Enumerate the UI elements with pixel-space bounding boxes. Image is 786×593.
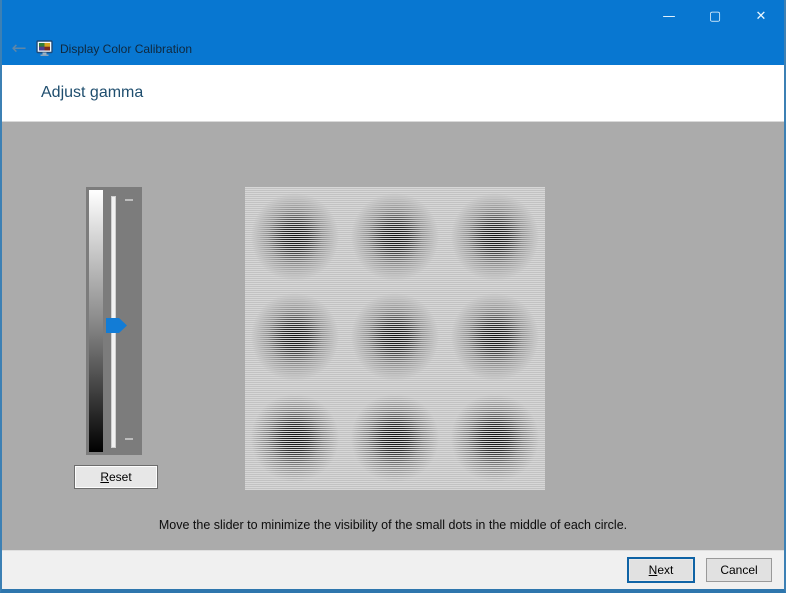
close-icon[interactable]: ✕ [738,0,784,32]
page-title: Adjust gamma [41,84,143,102]
slider-tick-top [125,199,133,201]
gamma-circle [245,388,345,488]
gamma-slider [86,187,142,455]
slider-thumb[interactable] [106,318,127,333]
gamma-circle [345,287,445,387]
instruction-text: Move the slider to minimize the visibili… [2,518,784,532]
slider-tick-bottom [125,438,133,440]
gamma-circle [345,187,445,287]
gamma-circle [245,187,345,287]
next-button[interactable]: Next [627,557,695,583]
app-header-bar: ← Display Color Calibration [2,32,784,65]
app-title: Display Color Calibration [60,42,192,56]
gamma-test-pattern [245,187,545,490]
gamma-circle [345,388,445,488]
footer-bar: Next Cancel [2,550,784,589]
minimize-icon[interactable]: — [646,0,692,32]
maximize-icon[interactable]: ▢ [692,0,738,32]
content-area: Reset Move the slider to minimize the vi… [2,122,784,550]
gamma-circle [445,187,545,287]
display-color-calibration-window: — ▢ ✕ ← Display Color Calibration Adjust… [0,0,786,593]
reset-button[interactable]: Reset [74,465,158,489]
gamma-gradient-strip [89,190,103,452]
gamma-circle [445,388,545,488]
gamma-circle [245,287,345,387]
page-header: Adjust gamma [2,65,784,122]
titlebar: — ▢ ✕ [2,0,784,32]
cancel-button[interactable]: Cancel [706,558,772,582]
display-calibration-icon [36,40,53,57]
back-arrow-icon[interactable]: ← [2,40,36,58]
gamma-circle [445,287,545,387]
